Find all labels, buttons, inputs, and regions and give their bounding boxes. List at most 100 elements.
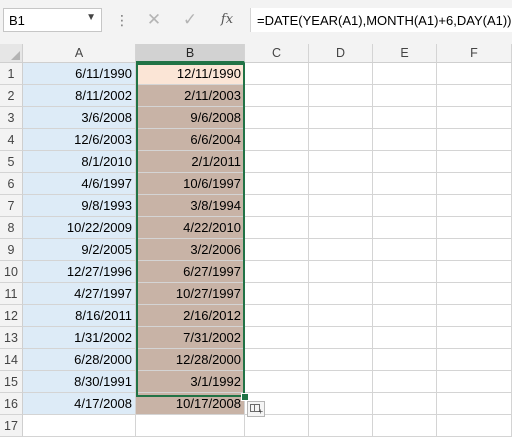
cell-e[interactable] — [373, 283, 437, 305]
cell-a[interactable]: 4/27/1997 — [23, 283, 136, 305]
cell-f[interactable] — [437, 393, 512, 415]
cell-f[interactable] — [437, 239, 512, 261]
select-all-button[interactable] — [0, 44, 23, 63]
cell-f[interactable] — [437, 151, 512, 173]
cell-f[interactable] — [437, 261, 512, 283]
chevron-down-icon[interactable]: ▼ — [86, 12, 96, 23]
column-header-b[interactable]: B — [136, 44, 245, 63]
row-header[interactable]: 17 — [0, 415, 23, 437]
quick-analysis-button[interactable]: + — [247, 401, 265, 417]
row-header[interactable]: 5 — [0, 151, 23, 173]
cell-e[interactable] — [373, 349, 437, 371]
cell-a[interactable]: 6/11/1990 — [23, 63, 136, 85]
cell-d[interactable] — [309, 283, 373, 305]
cell-f[interactable] — [437, 217, 512, 239]
cell-a[interactable]: 4/6/1997 — [23, 173, 136, 195]
row-header[interactable]: 13 — [0, 327, 23, 349]
cell-b[interactable]: 12/11/1990 — [136, 63, 245, 85]
cell-f[interactable] — [437, 129, 512, 151]
cell-e[interactable] — [373, 129, 437, 151]
cell-f[interactable] — [437, 349, 512, 371]
cell-b[interactable]: 6/27/1997 — [136, 261, 245, 283]
row-header[interactable]: 1 — [0, 63, 23, 85]
cell-c[interactable] — [245, 195, 309, 217]
cell-e[interactable] — [373, 107, 437, 129]
cell-f[interactable] — [437, 85, 512, 107]
column-header-d[interactable]: D — [309, 44, 373, 63]
more-options-icon[interactable]: ⋮ — [115, 10, 129, 30]
cell-f[interactable] — [437, 283, 512, 305]
cell-c[interactable] — [245, 239, 309, 261]
cell-b[interactable]: 10/27/1997 — [136, 283, 245, 305]
cell-f[interactable] — [437, 63, 512, 85]
cell-d[interactable] — [309, 151, 373, 173]
cell-d[interactable] — [309, 261, 373, 283]
row-header[interactable]: 6 — [0, 173, 23, 195]
cell-d[interactable] — [309, 129, 373, 151]
cell-d[interactable] — [309, 415, 373, 437]
cell-d[interactable] — [309, 85, 373, 107]
cell-d[interactable] — [309, 63, 373, 85]
cell-d[interactable] — [309, 305, 373, 327]
cell-c[interactable] — [245, 129, 309, 151]
row-header[interactable]: 11 — [0, 283, 23, 305]
cell-c[interactable] — [245, 261, 309, 283]
cell-a[interactable]: 10/22/2009 — [23, 217, 136, 239]
cell-f[interactable] — [437, 305, 512, 327]
cell-b[interactable]: 10/6/1997 — [136, 173, 245, 195]
cell-a[interactable]: 9/2/2005 — [23, 239, 136, 261]
cancel-button[interactable]: ✕ — [144, 10, 164, 30]
cell-c[interactable] — [245, 173, 309, 195]
cell-a[interactable]: 1/31/2002 — [23, 327, 136, 349]
cell-e[interactable] — [373, 239, 437, 261]
cell-d[interactable] — [309, 239, 373, 261]
cell-e[interactable] — [373, 261, 437, 283]
cell-a[interactable]: 8/1/2010 — [23, 151, 136, 173]
cell-b[interactable]: 9/6/2008 — [136, 107, 245, 129]
cell-d[interactable] — [309, 327, 373, 349]
cell-b[interactable]: 12/28/2000 — [136, 349, 245, 371]
cell-e[interactable] — [373, 85, 437, 107]
cell-b[interactable]: 3/2/2006 — [136, 239, 245, 261]
row-header[interactable]: 7 — [0, 195, 23, 217]
column-header-f[interactable]: F — [437, 44, 512, 63]
cell-a[interactable]: 3/6/2008 — [23, 107, 136, 129]
cell-b[interactable]: 2/1/2011 — [136, 151, 245, 173]
row-header[interactable]: 12 — [0, 305, 23, 327]
cell-f[interactable] — [437, 173, 512, 195]
cell-e[interactable] — [373, 305, 437, 327]
row-header[interactable]: 3 — [0, 107, 23, 129]
column-header-e[interactable]: E — [373, 44, 437, 63]
cell-b[interactable]: 7/31/2002 — [136, 327, 245, 349]
cell-b[interactable]: 2/11/2003 — [136, 85, 245, 107]
cell-c[interactable] — [245, 151, 309, 173]
column-header-a[interactable]: A — [23, 44, 136, 63]
cell-d[interactable] — [309, 371, 373, 393]
cell-e[interactable] — [373, 151, 437, 173]
cell-a[interactable] — [23, 415, 136, 437]
formula-input[interactable]: =DATE(YEAR(A1),MONTH(A1)+6,DAY(A1)) — [250, 8, 512, 32]
cell-f[interactable] — [437, 195, 512, 217]
cell-d[interactable] — [309, 173, 373, 195]
row-header[interactable]: 15 — [0, 371, 23, 393]
row-header[interactable]: 2 — [0, 85, 23, 107]
cell-a[interactable]: 8/16/2011 — [23, 305, 136, 327]
cell-c[interactable] — [245, 305, 309, 327]
row-header[interactable]: 14 — [0, 349, 23, 371]
fill-handle[interactable] — [241, 393, 249, 401]
cell-b[interactable]: 3/1/1992 — [136, 371, 245, 393]
cell-c[interactable] — [245, 349, 309, 371]
cell-e[interactable] — [373, 217, 437, 239]
cell-a[interactable]: 9/8/1993 — [23, 195, 136, 217]
cell-a[interactable]: 6/28/2000 — [23, 349, 136, 371]
name-box[interactable]: B1 ▼ — [3, 8, 102, 32]
cell-a[interactable]: 8/11/2002 — [23, 85, 136, 107]
column-header-c[interactable]: C — [245, 44, 309, 63]
enter-button[interactable]: ✓ — [180, 10, 200, 30]
cell-b[interactable]: 2/16/2012 — [136, 305, 245, 327]
cell-e[interactable] — [373, 327, 437, 349]
row-header[interactable]: 8 — [0, 217, 23, 239]
cell-d[interactable] — [309, 107, 373, 129]
cell-b[interactable] — [136, 415, 245, 437]
cell-b[interactable]: 3/8/1994 — [136, 195, 245, 217]
